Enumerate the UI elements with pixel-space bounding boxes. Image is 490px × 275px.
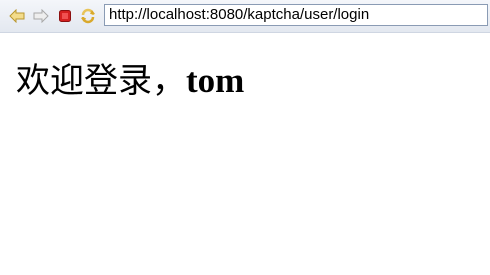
address-bar[interactable]: http://localhost:8080/kaptcha/user/login	[104, 4, 488, 26]
page-content: 欢迎登录，tom	[0, 33, 490, 275]
forward-arrow-icon[interactable]	[32, 7, 50, 25]
username-text: tom	[186, 61, 245, 100]
stop-icon[interactable]	[56, 7, 74, 25]
refresh-icon[interactable]	[79, 7, 97, 25]
browser-toolbar: http://localhost:8080/kaptcha/user/login	[0, 0, 490, 33]
greeting-text: 欢迎登录，	[16, 61, 186, 101]
back-arrow-icon[interactable]	[8, 7, 26, 25]
welcome-heading: 欢迎登录，tom	[16, 59, 244, 103]
